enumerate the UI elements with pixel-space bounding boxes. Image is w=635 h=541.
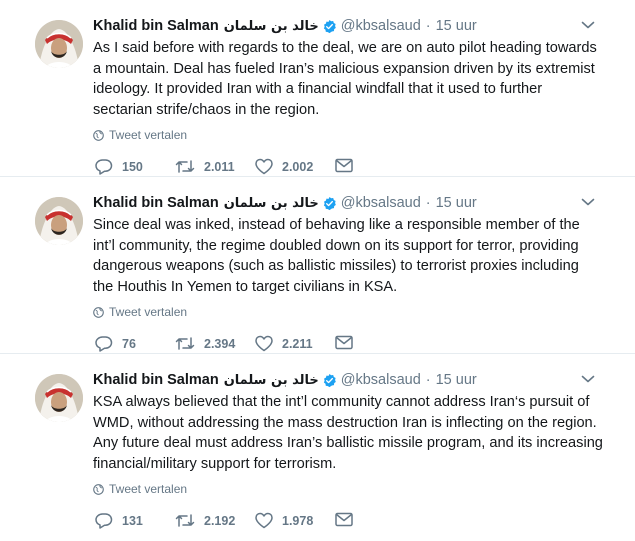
verified-badge-icon xyxy=(323,196,336,210)
globe-icon xyxy=(93,483,104,495)
like-button[interactable]: 2.211 xyxy=(255,335,313,352)
retweet-icon xyxy=(175,514,195,527)
direct-message-button[interactable] xyxy=(335,335,362,350)
arabic-display-name[interactable]: خالد بن سلمان xyxy=(224,19,319,34)
translate-label[interactable]: Tweet vertalen xyxy=(109,482,187,496)
handle[interactable]: @kbsalsaud xyxy=(341,372,421,388)
tweet-header: Khalid bin Salman خالد بن سلمان @kbsalsa… xyxy=(93,370,477,390)
display-name[interactable]: Khalid bin Salman xyxy=(93,18,219,34)
avatar[interactable] xyxy=(35,374,83,422)
display-name[interactable]: Khalid bin Salman xyxy=(93,195,219,211)
arabic-display-name[interactable]: خالد بن سلمان xyxy=(224,196,319,211)
heart-icon xyxy=(255,512,273,529)
globe-icon xyxy=(93,129,104,141)
avatar-image xyxy=(35,374,83,422)
reply-button[interactable]: 131 xyxy=(95,512,143,529)
retweet-icon xyxy=(175,160,195,173)
separator: · xyxy=(425,372,431,388)
tweet-actions: 131 2.192 1.978 xyxy=(95,512,365,532)
retweet-icon xyxy=(175,337,195,350)
handle[interactable]: @kbsalsaud xyxy=(341,18,421,34)
retweet-count: 2.011 xyxy=(204,159,235,174)
reply-icon xyxy=(95,159,113,175)
like-button[interactable]: 2.002 xyxy=(255,158,313,175)
like-count: 2.002 xyxy=(282,159,314,174)
timestamp[interactable]: 15 uur xyxy=(436,195,477,211)
translate-link[interactable]: Tweet vertalen xyxy=(93,482,187,496)
avatar-image xyxy=(35,197,83,245)
like-button[interactable]: 1.978 xyxy=(255,512,313,529)
globe-icon xyxy=(93,306,104,318)
translate-link[interactable]: Tweet vertalen xyxy=(93,128,187,142)
envelope-icon xyxy=(335,512,353,527)
like-count: 2.211 xyxy=(282,336,313,351)
reply-count: 76 xyxy=(122,336,136,351)
avatar[interactable] xyxy=(35,197,83,245)
tweet-text: Since deal was inked, instead of behavin… xyxy=(93,217,580,295)
direct-message-button[interactable] xyxy=(335,512,362,527)
tweet-text: As I said before with regards to the dea… xyxy=(93,40,597,118)
tweet[interactable]: Khalid bin Salman خالد بن سلمان @kbsalsa… xyxy=(0,0,635,177)
heart-icon xyxy=(255,335,273,352)
tweet-actions: 150 2.011 2.002 xyxy=(95,158,365,178)
timestamp[interactable]: 15 uur xyxy=(436,372,477,388)
chevron-down-icon[interactable] xyxy=(581,374,595,384)
translate-label[interactable]: Tweet vertalen xyxy=(109,128,187,142)
tweet[interactable]: Khalid bin Salman خالد بن سلمان @kbsalsa… xyxy=(0,177,635,354)
verified-badge-icon xyxy=(323,373,336,387)
retweet-button[interactable]: 2.394 xyxy=(175,335,235,352)
tweet-actions: 76 2.394 2.211 xyxy=(95,335,365,355)
tweet-header: Khalid bin Salman خالد بن سلمان @kbsalsa… xyxy=(93,193,477,213)
reply-button[interactable]: 150 xyxy=(95,158,143,175)
timestamp[interactable]: 15 uur xyxy=(436,18,477,34)
like-count: 1.978 xyxy=(282,513,314,528)
tweet-header: Khalid bin Salman خالد بن سلمان @kbsalsa… xyxy=(93,16,477,36)
display-name[interactable]: Khalid bin Salman xyxy=(93,372,219,388)
translate-link[interactable]: Tweet vertalen xyxy=(93,305,187,319)
separator: · xyxy=(425,195,431,211)
retweet-button[interactable]: 2.011 xyxy=(175,158,235,175)
reply-icon xyxy=(95,513,113,529)
retweet-button[interactable]: 2.192 xyxy=(175,512,235,529)
verified-badge-icon xyxy=(323,19,336,33)
translate-label[interactable]: Tweet vertalen xyxy=(109,305,187,319)
reply-icon xyxy=(95,336,113,352)
retweet-count: 2.394 xyxy=(204,336,236,351)
separator: · xyxy=(425,18,431,34)
avatar[interactable] xyxy=(35,20,83,68)
tweet[interactable]: Khalid bin Salman خالد بن سلمان @kbsalsa… xyxy=(0,354,635,541)
retweet-count: 2.192 xyxy=(204,513,236,528)
heart-icon xyxy=(255,158,273,175)
chevron-down-icon[interactable] xyxy=(581,20,595,30)
reply-count: 131 xyxy=(122,513,143,528)
reply-count: 150 xyxy=(122,159,143,174)
chevron-down-icon[interactable] xyxy=(581,197,595,207)
tweet-text: KSA always believed that the int’l commu… xyxy=(93,394,603,472)
reply-button[interactable]: 76 xyxy=(95,335,136,352)
direct-message-button[interactable] xyxy=(335,158,362,173)
timeline: Khalid bin Salman خالد بن سلمان @kbsalsa… xyxy=(0,0,635,541)
handle[interactable]: @kbsalsaud xyxy=(341,195,421,211)
envelope-icon xyxy=(335,158,353,173)
arabic-display-name[interactable]: خالد بن سلمان xyxy=(224,373,319,388)
envelope-icon xyxy=(335,335,353,350)
avatar-image xyxy=(35,20,83,68)
